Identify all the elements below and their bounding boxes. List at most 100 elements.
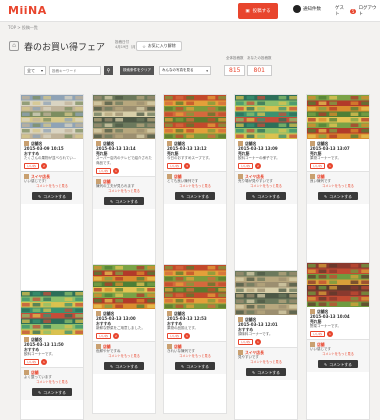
post-button[interactable]: ▣ 投稿する xyxy=(238,3,278,19)
like-button[interactable]: いいね xyxy=(238,339,254,345)
post-text: 飲料コーナーの様子です。 xyxy=(238,156,280,160)
like-count: 1 xyxy=(327,163,334,169)
post-body: 店舗名 2015-03-13 12:53 おすすめ 果物の品揃えです。 いいね … xyxy=(164,309,226,341)
like-button[interactable]: いいね xyxy=(167,333,183,339)
post-body: 店舗名 2015-03-13 13:09 売れ筋 飲料コーナーの様子です。 いい… xyxy=(235,139,297,171)
comment-button[interactable]: ✎ コメントする xyxy=(32,388,72,396)
post-body: 店舗名 2015-03-13 10:04 売れ筋 野菜コーナーです。 いいね 1 xyxy=(307,307,369,339)
user-menu[interactable]: ゲスト 5 ログアウト xyxy=(335,5,380,17)
more-comments-link[interactable]: コメントをもっと見る xyxy=(96,189,152,194)
post-card[interactable]: 店舗名 2015-03-13 12:01 おすすめ 調味料コーナーです。 いいね… xyxy=(234,270,298,420)
post-photo[interactable] xyxy=(164,265,226,309)
post-photo[interactable] xyxy=(235,271,297,315)
page-title: 春のお買い得フェア xyxy=(24,43,106,53)
post-text: スーパー店内のテレビで紹介された商品です。 xyxy=(96,156,152,165)
more-comments-link[interactable]: コメントをもっと見る xyxy=(24,380,80,385)
like-count: 1 xyxy=(184,333,191,339)
pencil-icon: ✎ xyxy=(252,193,256,199)
my-posts-value: 801 xyxy=(247,65,272,76)
like-count: 2 xyxy=(255,163,262,169)
post-card[interactable]: 店舗名 2015-03-13 13:14 売れ筋 スーパー店内のテレビで紹介され… xyxy=(92,94,156,268)
post-text: 飲料コーナーです。 xyxy=(24,352,55,356)
post-photo[interactable] xyxy=(164,95,226,139)
comment-area: スイヤ店長 見やすいです コメントをもっと見る ✎ コメントする xyxy=(235,347,297,380)
post-body: 店舗名 2015-03-13 11:50 おすすめ 飲料コーナーです。 いいね … xyxy=(21,335,83,367)
post-text: 調味料コーナーです。 xyxy=(238,332,273,336)
breadcrumb[interactable]: TOP > 投稿一覧 xyxy=(8,25,38,31)
comment-area: 店舗 いい感じです コメントをもっと見る ✎ コメントする xyxy=(307,339,369,372)
chevron-down-icon: ▾ xyxy=(40,68,43,73)
like-count: 3 xyxy=(184,163,191,169)
post-card[interactable]: 店舗名 2015-03-13 10:04 売れ筋 野菜コーナーです。 いいね 1… xyxy=(306,262,370,420)
like-button[interactable]: いいね xyxy=(24,359,40,365)
like-button[interactable]: いいね xyxy=(310,331,326,337)
post-card[interactable]: 店舗名 2015-03-13 11:50 おすすめ 飲料コーナーです。 いいね … xyxy=(20,290,84,420)
post-photo[interactable] xyxy=(93,265,155,309)
more-comments-link[interactable]: コメントをもっと見る xyxy=(238,360,294,365)
post-card[interactable]: 店舗名 2015-03-13 13:00 おすすめ 新鮮な野菜をご用意しました。… xyxy=(92,264,156,414)
sort-select[interactable]: みんなの写真を見る ▾ xyxy=(159,66,211,75)
comment-button[interactable]: ✎ コメントする xyxy=(104,362,144,370)
comment-button[interactable]: ✎ コメントする xyxy=(175,362,215,370)
more-comments-link[interactable]: コメントをもっと見る xyxy=(310,352,366,357)
comment-area: スイヤ店長 いい感じです！ コメントをもっと見る ✎ コメントする xyxy=(21,171,83,204)
like-count: 1 xyxy=(327,331,334,337)
like-button[interactable]: いいね xyxy=(96,168,112,174)
post-photo[interactable] xyxy=(93,95,155,139)
post-text: 新鮮な野菜をご用意しました。 xyxy=(96,326,145,330)
post-photo[interactable] xyxy=(235,95,297,139)
comment-button[interactable]: ✎ コメントする xyxy=(318,360,358,368)
comment-button[interactable]: ✎ コメントする xyxy=(318,192,358,200)
post-card[interactable]: 店舗名 2015-03-09 10:15 おすすめ たくさんの果物が並べられてい… xyxy=(20,94,84,294)
like-button[interactable]: いいね xyxy=(96,333,112,339)
more-comments-link[interactable]: コメントをもっと見る xyxy=(167,184,223,189)
more-comments-link[interactable]: コメントをもっと見る xyxy=(167,354,223,359)
pencil-icon: ✎ xyxy=(110,198,114,204)
comment-area: 店舗 とても良い陳列です コメントをもっと見る ✎ コメントする xyxy=(164,171,226,204)
pencil-icon: ✎ xyxy=(181,363,185,369)
notice-icon xyxy=(293,5,301,13)
campaign-icon: ⌂ xyxy=(9,41,19,51)
search-button[interactable]: ⚲ xyxy=(104,66,113,75)
post-text: 果物コーナーです。 xyxy=(310,156,341,160)
like-count: 2 xyxy=(113,333,120,339)
more-comments-link[interactable]: コメントをもっと見る xyxy=(24,184,80,189)
like-button[interactable]: いいね xyxy=(238,163,254,169)
post-photo[interactable] xyxy=(307,263,369,307)
camera-icon: ▣ xyxy=(245,8,250,14)
comment-area: スイヤ店長 売り場が見やすいです コメントをもっと見る ✎ コメントする xyxy=(235,171,297,204)
clear-filter-button[interactable]: 検索条件をクリア xyxy=(120,66,154,75)
like-count: 2 xyxy=(41,163,48,169)
search-input[interactable] xyxy=(49,66,101,75)
more-comments-link[interactable]: コメントをもっと見る xyxy=(238,184,294,189)
comment-button[interactable]: ✎ コメントする xyxy=(32,192,72,200)
post-card[interactable]: 店舗名 2015-03-13 13:07 売れ筋 果物コーナーです。 いいね 1… xyxy=(306,94,370,286)
filter-bar: 全て▾ ⚲ 検索条件をクリア みんなの写真を見る▾ xyxy=(24,66,211,75)
pencil-icon: ✎ xyxy=(110,363,114,369)
more-comments-link[interactable]: コメントをもっと見る xyxy=(96,354,152,359)
like-button[interactable]: いいね xyxy=(167,163,183,169)
more-comments-link[interactable]: コメントをもっと見る xyxy=(310,184,366,189)
comment-button[interactable]: ✎ コメントする xyxy=(175,192,215,200)
like-button[interactable]: いいね xyxy=(310,163,326,169)
like-button[interactable]: いいね xyxy=(24,163,40,169)
post-photo[interactable] xyxy=(21,291,83,335)
post-card[interactable]: 店舗名 2015-03-13 12:53 おすすめ 果物の品揃えです。 いいね … xyxy=(163,264,227,414)
total-posts-value: 815 xyxy=(224,65,246,76)
search-icon: ⚲ xyxy=(106,67,111,74)
post-body: 店舗名 2015-03-13 12:01 おすすめ 調味料コーナーです。 いいね… xyxy=(235,315,297,347)
post-body: 店舗名 2015-03-13 13:00 おすすめ 新鮮な野菜をご用意しました。… xyxy=(93,309,155,341)
favorite-button[interactable]: ☆ お気に入り解除 xyxy=(136,41,182,51)
post-photo[interactable] xyxy=(307,95,369,139)
my-posts-stat: あなたの投稿数 801 xyxy=(247,56,272,76)
app-logo[interactable]: MiiNA xyxy=(8,4,47,17)
comment-button[interactable]: ✎ コメントする xyxy=(246,192,286,200)
post-card[interactable]: 店舗名 2015-03-13 13:12 売れ筋 今日のおすすめスープです。 い… xyxy=(163,94,227,272)
post-text: 果物の品揃えです。 xyxy=(167,326,199,330)
post-photo[interactable] xyxy=(21,95,83,139)
comment-button[interactable]: ✎ コメントする xyxy=(246,368,286,376)
category-select[interactable]: 全て ▾ xyxy=(24,66,46,75)
notice-link[interactable]: 通知件数 xyxy=(293,5,321,13)
comment-button[interactable]: ✎ コメントする xyxy=(104,197,144,205)
post-card[interactable]: 店舗名 2015-03-13 13:09 売れ筋 飲料コーナーの様子です。 いい… xyxy=(234,94,298,294)
